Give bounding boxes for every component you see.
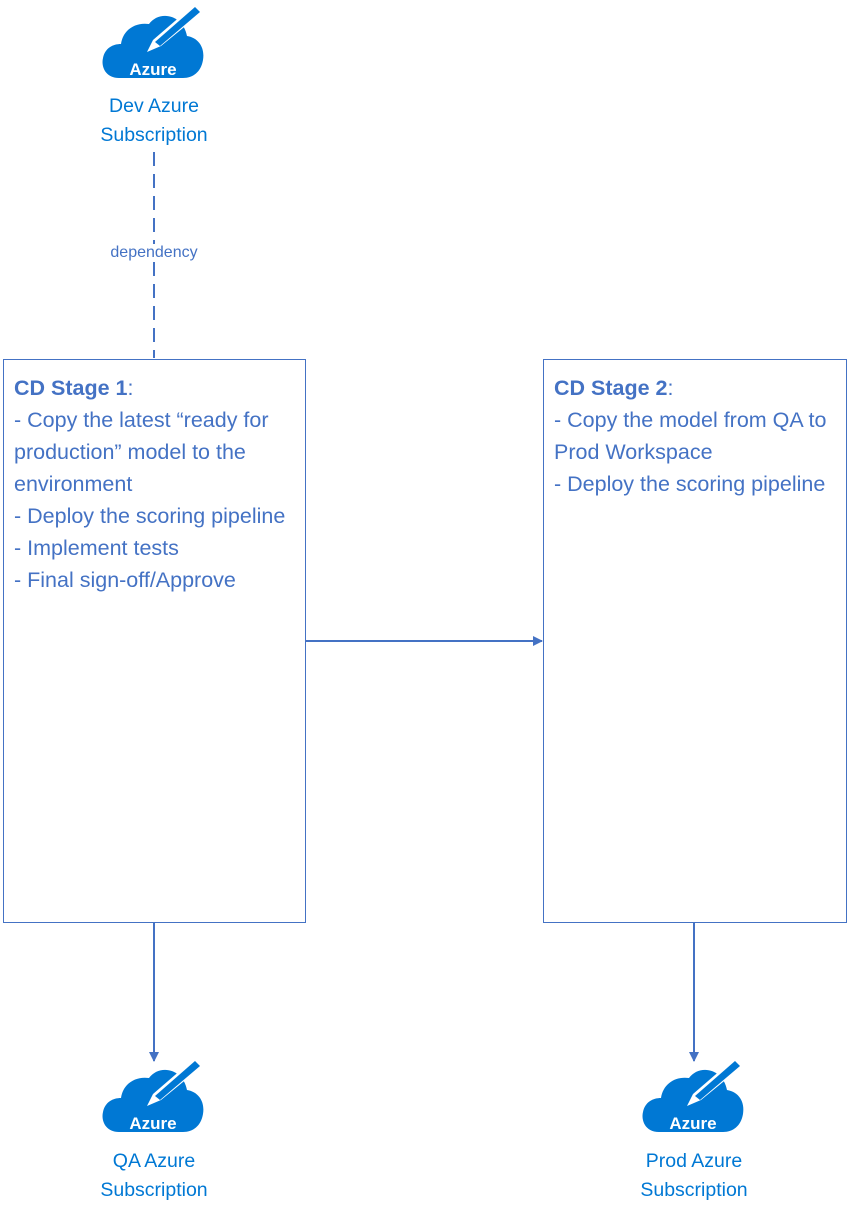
- azure-cloud-edit-icon: Azure: [642, 1056, 745, 1133]
- qa-subscription-label: QA Azure Subscription: [54, 1147, 254, 1205]
- label-line: QA Azure: [112, 1150, 196, 1172]
- stage-title: CD Stage 1:: [14, 376, 134, 400]
- label-line: Dev Azure: [109, 95, 199, 117]
- stage-step: - Copy the model from QA to Prod Workspa…: [554, 408, 833, 464]
- dev-subscription-label: Dev Azure Subscription: [54, 92, 254, 150]
- label-line: Prod Azure: [645, 1150, 743, 1172]
- label-line: Subscription: [100, 124, 208, 146]
- stage-step: - Copy the latest “ready for production”…: [14, 408, 275, 496]
- cd-stage-1-box: CD Stage 1: - Copy the latest “ready for…: [3, 359, 306, 923]
- azure-cloud-edit-icon: Azure: [102, 1056, 205, 1133]
- stage-step: - Deploy the scoring pipeline: [14, 504, 286, 528]
- label-line: Subscription: [100, 1179, 208, 1201]
- cd-stage-2-box: CD Stage 2: - Copy the model from QA to …: [543, 359, 847, 923]
- dependency-label: dependency: [84, 244, 224, 262]
- stage-step: - Final sign-off/Approve: [14, 568, 236, 592]
- prod-subscription-label: Prod Azure Subscription: [594, 1147, 794, 1205]
- svg-text:Azure: Azure: [669, 1114, 716, 1133]
- stage-step: - Deploy the scoring pipeline: [554, 472, 826, 496]
- svg-text:Azure: Azure: [129, 1114, 176, 1133]
- stage-step: - Implement tests: [14, 536, 179, 560]
- svg-text:Azure: Azure: [129, 60, 176, 79]
- azure-cloud-edit-icon: Azure: [102, 2, 205, 79]
- stage-title: CD Stage 2:: [554, 376, 674, 400]
- label-line: Subscription: [640, 1179, 748, 1201]
